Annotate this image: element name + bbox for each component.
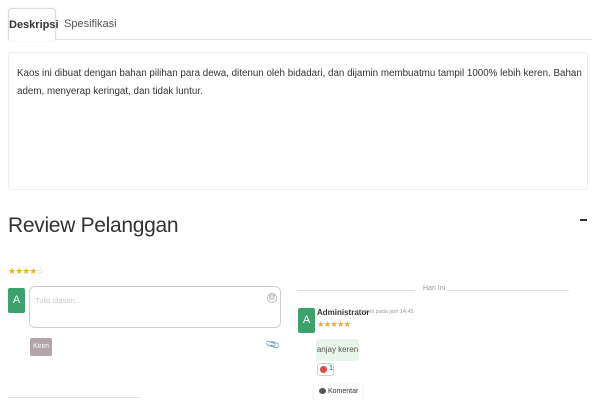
rating-stars[interactable]: ★★★★☆ xyxy=(8,266,44,277)
comment-avatar: A xyxy=(298,308,315,333)
review-input[interactable]: Tulis ulasan... @ xyxy=(29,286,281,328)
mention-icon[interactable]: @ xyxy=(267,293,277,303)
reaction-button[interactable]: 1 xyxy=(317,363,334,376)
attachment-icon[interactable]: 📎 xyxy=(265,338,281,354)
comment-rating: ★★★★★ xyxy=(317,319,351,329)
star-icon-5[interactable]: ☆ xyxy=(36,266,44,276)
heart-icon xyxy=(320,366,327,373)
divider-line-right xyxy=(447,290,569,291)
comment-button-label: Komentar xyxy=(328,388,359,395)
divider xyxy=(8,397,141,398)
review-title: Review Pelanggan xyxy=(8,214,179,237)
comment-timestamp: Hari ini pada jam 14.45 xyxy=(357,309,414,315)
speech-bubble-icon xyxy=(319,388,326,394)
comment-button[interactable]: Komentar xyxy=(314,384,362,400)
minus-icon[interactable] xyxy=(580,219,587,221)
tab-spesifikasi[interactable]: Spesifikasi xyxy=(64,8,117,41)
review-input-placeholder: Tulis ulasan... xyxy=(35,296,81,305)
description-panel: Kaos ini dibuat dengan bahan pilihan par… xyxy=(8,52,588,190)
send-button[interactable]: Kirim xyxy=(30,338,52,356)
reaction-count: 1 xyxy=(329,365,333,372)
product-tabs: Deskripsi Spesifikasi xyxy=(8,8,592,41)
avatar: A xyxy=(8,288,25,313)
divider-line-left xyxy=(297,290,415,291)
day-divider: Hari Ini xyxy=(297,285,569,295)
tab-deskripsi[interactable]: Deskripsi xyxy=(8,8,59,41)
description-text: Kaos ini dibuat dengan bahan pilihan par… xyxy=(17,68,582,97)
comment-bubble: anjay keren xyxy=(316,339,359,361)
day-label: Hari Ini xyxy=(423,285,446,292)
